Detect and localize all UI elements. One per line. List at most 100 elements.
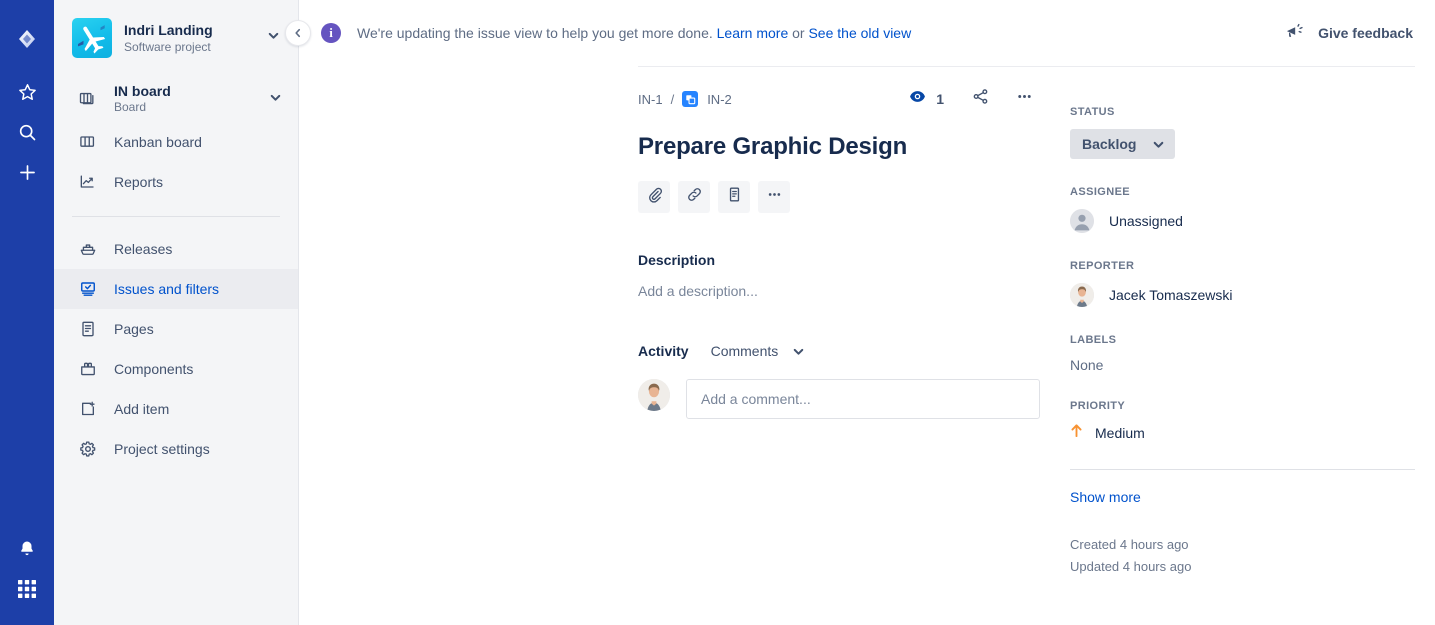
paperclip-icon (645, 185, 664, 209)
sidebar-item-label: Project settings (114, 440, 210, 457)
sidebar-item-label: Pages (114, 320, 154, 337)
watch-button[interactable]: 1 (900, 83, 952, 115)
priority-value: Medium (1095, 425, 1145, 441)
breadcrumb-current[interactable]: IN-2 (707, 92, 732, 107)
sidebar-item-reports[interactable]: Reports (54, 162, 298, 202)
sidebar-item-in-board[interactable]: IN board Board (54, 76, 298, 122)
see-old-view-link[interactable]: See the old view (808, 25, 911, 41)
chevron-down-icon (1152, 138, 1165, 151)
banner-text-main: We're updating the issue view to help yo… (357, 25, 713, 41)
board-chevron-down-icon[interactable] (265, 91, 286, 107)
give-feedback-label: Give feedback (1318, 25, 1413, 41)
board-section: IN board Board Kanban board Reports (54, 72, 298, 210)
megaphone-icon (1284, 21, 1306, 46)
chevron-down-icon (792, 345, 805, 358)
chevron-left-icon (295, 28, 301, 38)
timestamps: Created 4 hours ago Updated 4 hours ago (1070, 534, 1415, 578)
project-name: Indri Landing (124, 21, 213, 38)
sidebar-divider (72, 216, 280, 217)
watch-count: 1 (936, 91, 944, 107)
issue-title[interactable]: Prepare Graphic Design (638, 133, 1040, 161)
give-feedback-button[interactable]: Give feedback (1284, 21, 1413, 46)
status-field: STATUS Backlog (1070, 105, 1415, 159)
page-icon (76, 319, 100, 339)
sidebar-collapse-button[interactable] (285, 20, 311, 46)
status-dropdown[interactable]: Backlog (1070, 129, 1176, 159)
sidebar-board-name: IN board (114, 83, 171, 99)
issue-more-options-button[interactable] (1008, 83, 1040, 115)
project-chevron-down-icon[interactable] (263, 29, 284, 47)
jira-logo-icon[interactable] (9, 22, 45, 58)
learn-more-link[interactable]: Learn more (717, 25, 789, 41)
reporter-value-row[interactable]: Jacek Tomaszewski (1070, 283, 1415, 307)
info-circle-icon: i (321, 23, 341, 43)
breadcrumb: IN-1 / IN-2 (638, 91, 900, 107)
issues-filters-icon (76, 279, 100, 299)
details-divider (1070, 469, 1415, 470)
sidebar-item-project-settings[interactable]: Project settings (54, 429, 298, 469)
issue-header-row: IN-1 / IN-2 1 (638, 89, 1040, 109)
labels-field: LABELS None (1070, 333, 1415, 373)
comments-tab-label: Comments (710, 343, 779, 359)
description-heading: Description (638, 252, 716, 268)
sidebar-item-add-item[interactable]: Add item (54, 389, 298, 429)
sidebar-item-components[interactable]: Components (54, 349, 298, 389)
notification-bell-icon[interactable] (9, 531, 45, 567)
user-avatar-photo (638, 379, 670, 411)
link-issue-button[interactable] (678, 181, 710, 213)
labels-value[interactable]: None (1070, 357, 1415, 373)
columns-icon (76, 132, 100, 152)
show-more-button[interactable]: Show more (1070, 488, 1415, 506)
board-stack-icon (76, 89, 100, 109)
project-sidebar: Indri Landing Software project IN board (54, 0, 311, 625)
issue-details-sidebar: STATUS Backlog ASSIGNEE Unassigned REPOR… (1070, 89, 1415, 578)
sidebar-item-label: Reports (114, 173, 164, 190)
comment-input[interactable]: Add a comment... (686, 379, 1040, 419)
reporter-label: REPORTER (1070, 260, 1135, 272)
plus-icon[interactable] (9, 154, 45, 190)
sidebar-item-kanban-board[interactable]: Kanban board (54, 122, 298, 162)
link-icon (685, 185, 704, 209)
search-icon[interactable] (9, 114, 45, 150)
banner-text-or: or (792, 25, 805, 41)
document-icon (725, 185, 744, 209)
global-nav-rail (0, 0, 54, 625)
status-value: Backlog (1082, 136, 1137, 152)
reporter-name: Jacek Tomaszewski (1109, 287, 1233, 303)
breadcrumb-parent[interactable]: IN-1 (638, 92, 663, 107)
reporter-field: REPORTER Jacek Tomaszewski (1070, 259, 1415, 307)
sidebar-item-pages[interactable]: Pages (54, 309, 298, 349)
default-user-avatar-icon (1070, 209, 1094, 233)
more-options-icon (1015, 87, 1034, 111)
project-header[interactable]: Indri Landing Software project (54, 0, 298, 72)
jira-issue-view: Indri Landing Software project IN board (0, 0, 1435, 625)
issue-body: IN-1 / IN-2 1 Prepare Graphic Design Des… (299, 67, 1435, 578)
assignee-value-row[interactable]: Unassigned (1070, 209, 1415, 233)
app-switcher-grid-icon[interactable] (9, 571, 45, 607)
sidebar-item-issues-and-filters[interactable]: Issues and filters (54, 269, 298, 309)
sidebar-item-label: Add item (114, 400, 170, 417)
announcement-banner: i We're updating the issue view to help … (299, 0, 1435, 66)
comment-placeholder: Add a comment... (701, 391, 811, 407)
issue-main-column: IN-1 / IN-2 1 Prepare Graphic Design Des… (638, 89, 1070, 578)
description-placeholder[interactable]: Add a description... (638, 281, 1040, 301)
components-icon (76, 359, 100, 379)
sidebar-item-label: Issues and filters (114, 280, 220, 297)
star-icon[interactable] (9, 74, 45, 110)
assignee-name: Unassigned (1109, 213, 1183, 229)
add-comment-row: Add a comment... (638, 379, 1040, 419)
breadcrumb-separator: / (670, 91, 675, 107)
add-page-button[interactable] (718, 181, 750, 213)
created-timestamp: Created 4 hours ago (1070, 537, 1189, 552)
action-more-button[interactable] (758, 181, 790, 213)
status-label: STATUS (1070, 106, 1115, 118)
sidebar-item-releases[interactable]: Releases (54, 229, 298, 269)
tab-comments[interactable]: Comments (711, 343, 806, 359)
chart-line-icon (76, 172, 100, 192)
sidebar-item-label: Releases (114, 240, 173, 257)
attach-button[interactable] (638, 181, 670, 213)
activity-section-header: Activity Comments (638, 343, 1040, 359)
user-avatar-photo (1070, 283, 1094, 307)
priority-value-row[interactable]: Medium (1070, 423, 1415, 443)
share-button[interactable] (964, 83, 996, 115)
